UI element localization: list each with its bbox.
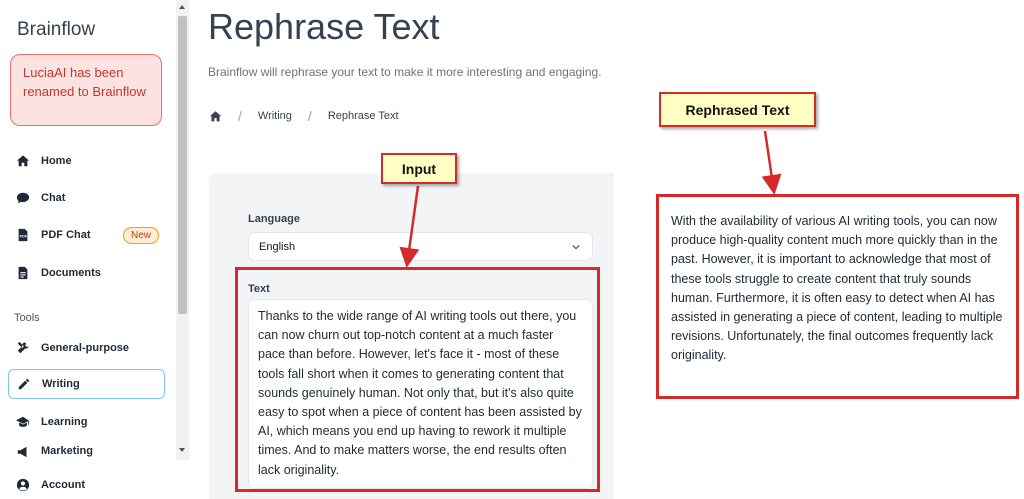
pdf-icon: PDF (18, 228, 28, 242)
user-icon (16, 478, 30, 492)
sidebar-item-label: Home (41, 155, 72, 167)
svg-text:PDF: PDF (20, 235, 28, 239)
rephrased-output-text: With the availability of various AI writ… (671, 214, 1003, 363)
sidebar-item-label: Account (41, 479, 85, 491)
document-icon (18, 266, 28, 280)
new-badge: New (122, 226, 159, 244)
sidebar-item-writing[interactable]: Writing (8, 369, 165, 399)
graduation-cap-icon (16, 416, 30, 427)
breadcrumb-separator: / (238, 108, 242, 124)
sidebar: Brainflow LuciaAI has been renamed to Br… (0, 0, 176, 499)
sidebar-item-label: Writing (42, 378, 80, 390)
scroll-up-arrow-icon[interactable] (179, 5, 185, 9)
sidebar-item-chat[interactable]: Chat (8, 183, 165, 213)
home-icon[interactable] (209, 110, 222, 123)
breadcrumb-writing[interactable]: Writing (258, 110, 292, 122)
sidebar-item-label: PDF Chat (41, 229, 91, 241)
home-icon (16, 155, 30, 167)
sidebar-item-learning[interactable]: Learning (8, 407, 165, 437)
language-select-value: English (259, 241, 296, 253)
scroll-down-arrow-icon[interactable] (179, 448, 185, 452)
output-arrow (761, 130, 782, 195)
language-label: Language (248, 213, 300, 225)
pencil-icon (18, 378, 30, 390)
sidebar-item-label: Chat (41, 192, 66, 204)
sidebar-item-account[interactable]: Account (8, 470, 165, 499)
sidebar-item-general-purpose[interactable]: General-purpose (8, 333, 165, 363)
sidebar-item-label: Marketing (41, 445, 93, 457)
output-annotation-box: With the availability of various AI writ… (656, 194, 1019, 399)
brand-name: Brainflow (17, 19, 96, 40)
breadcrumb-current: Rephrase Text (327, 110, 399, 122)
sidebar-item-marketing[interactable]: Marketing (8, 444, 165, 458)
rephrased-text-callout: Rephrased Text (659, 92, 816, 127)
input-callout: Input (381, 153, 457, 184)
sidebar-item-label: General-purpose (41, 342, 130, 354)
chevron-down-icon (572, 245, 580, 250)
sidebar-item-label: Documents (41, 267, 101, 279)
breadcrumb: / Writing / Rephrase Text (209, 108, 399, 124)
tools-icon (17, 341, 29, 354)
sidebar-scrollbar[interactable] (176, 0, 189, 460)
chat-icon (16, 192, 30, 204)
page-title: Rephrase Text (208, 6, 440, 47)
page-subtitle: Brainflow will rephrase your text to mak… (208, 65, 602, 79)
breadcrumb-separator: / (307, 108, 312, 124)
scrollbar-thumb[interactable] (178, 16, 187, 314)
sidebar-item-label: Learning (41, 416, 88, 428)
input-annotation-box (235, 267, 600, 492)
tools-section-label: Tools (14, 312, 40, 324)
sidebar-item-documents[interactable]: Documents (8, 258, 165, 288)
sidebar-item-pdf-chat[interactable]: PDF PDF Chat New (8, 220, 165, 250)
sidebar-item-home[interactable]: Home (8, 146, 165, 176)
rename-notice: LuciaAI has been renamed to Brainflow (10, 54, 162, 126)
megaphone-icon (17, 446, 27, 458)
language-select[interactable]: English (248, 232, 593, 261)
